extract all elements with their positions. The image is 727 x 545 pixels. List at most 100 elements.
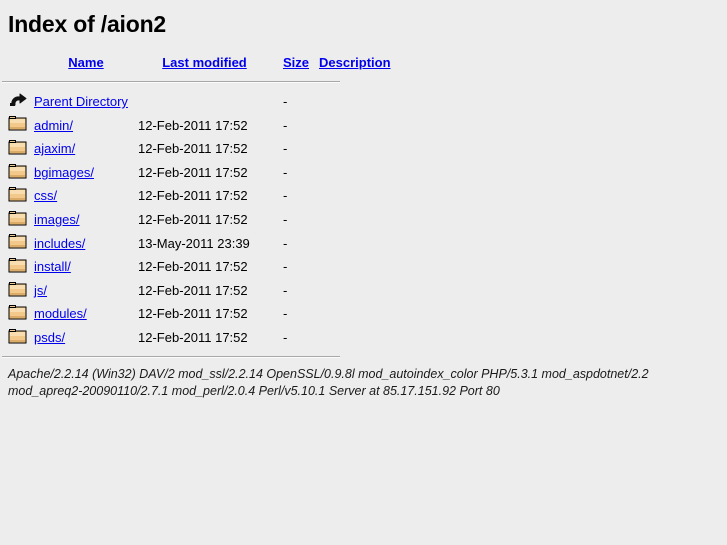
entry-link[interactable]: psds/ (34, 330, 65, 345)
directory-listing-wrapper: Name Last modified Size Description Parent D… (0, 38, 727, 365)
server-signature: Apache/2.2.14 (Win32) DAV/2 mod_ssl/2.2.… (8, 366, 649, 398)
folder-icon (8, 303, 28, 325)
table-row: Parent Directory - (0, 90, 391, 114)
row-name-cell: includes/ (34, 232, 136, 256)
row-description (319, 114, 391, 138)
row-icon-cell (0, 326, 34, 350)
table-header-row: Name Last modified Size Description (0, 51, 391, 75)
table-row: admin/12-Feb-2011 17:52 - (0, 114, 391, 138)
row-icon-cell (0, 114, 34, 138)
entry-link[interactable]: modules/ (34, 306, 87, 321)
horizontal-rule-bottom (2, 355, 340, 358)
table-row: modules/12-Feb-2011 17:52 - (0, 302, 391, 326)
row-name-cell: images/ (34, 208, 136, 232)
row-size: - (283, 211, 288, 227)
row-name-cell: js/ (34, 279, 136, 303)
folder-icon (8, 185, 28, 207)
entry-link[interactable]: bgimages/ (34, 165, 94, 180)
row-last-modified (136, 90, 273, 114)
table-row: css/12-Feb-2011 17:52 - (0, 184, 391, 208)
row-size: - (283, 329, 288, 345)
row-last-modified: 12-Feb-2011 17:52 (138, 164, 248, 180)
row-last-modified: 12-Feb-2011 17:52 (138, 141, 248, 157)
row-size: - (283, 117, 288, 133)
row-description (319, 184, 391, 208)
folder-icon (8, 209, 28, 231)
table-header-name: Name (34, 51, 136, 75)
row-name-cell: psds/ (34, 326, 136, 350)
table-row: bgimages/12-Feb-2011 17:52 - (0, 161, 391, 185)
table-header-last-modified: Last modified (136, 51, 273, 75)
folder-icon (8, 280, 28, 302)
sort-link-name[interactable]: Name (68, 55, 103, 70)
row-name-cell: bgimages/ (34, 161, 136, 185)
folder-icon (8, 138, 28, 160)
sort-link-last-modified[interactable]: Last modified (162, 55, 247, 70)
table-row: ajaxim/12-Feb-2011 17:52 - (0, 137, 391, 161)
entry-link[interactable]: js/ (34, 283, 47, 298)
row-description (319, 208, 391, 232)
directory-listing-table: Name Last modified Size Description Parent D… (0, 51, 391, 365)
row-last-modified: 12-Feb-2011 17:52 (138, 306, 248, 322)
row-description (319, 302, 391, 326)
row-icon-cell (0, 184, 34, 208)
row-size: - (283, 188, 288, 204)
page-title: Index of /aion2 (8, 11, 167, 37)
row-size: - (283, 164, 288, 180)
row-name-cell: Parent Directory (34, 90, 136, 114)
row-size: - (283, 306, 288, 322)
horizontal-rule-top (2, 81, 340, 83)
row-last-modified: 12-Feb-2011 17:52 (138, 117, 248, 133)
row-last-modified: 12-Feb-2011 17:52 (138, 188, 248, 204)
row-icon-cell (0, 90, 34, 114)
table-header-size: Size (273, 51, 319, 75)
row-description (319, 161, 391, 185)
table-row: includes/13-May-2011 23:39 - (0, 232, 391, 256)
header-divider-row (0, 75, 391, 90)
row-name-cell: css/ (34, 184, 136, 208)
row-icon-cell (0, 208, 34, 232)
folder-icon (8, 256, 28, 278)
row-description (319, 232, 391, 256)
table-row: images/12-Feb-2011 17:52 - (0, 208, 391, 232)
row-icon-cell (0, 255, 34, 279)
row-icon-cell (0, 232, 34, 256)
sort-link-size[interactable]: Size (283, 55, 309, 70)
row-last-modified: 12-Feb-2011 17:52 (138, 329, 248, 345)
entry-link[interactable]: includes/ (34, 236, 85, 251)
folder-icon (8, 114, 28, 136)
entry-link[interactable]: Parent Directory (34, 94, 128, 109)
table-header-description: Description (319, 51, 391, 75)
footer-divider-row (0, 350, 391, 365)
row-size: - (283, 282, 288, 298)
row-description (319, 90, 391, 114)
folder-icon (8, 162, 28, 184)
row-name-cell: install/ (34, 255, 136, 279)
folder-icon (8, 232, 28, 254)
row-icon-cell (0, 279, 34, 303)
row-last-modified: 13-May-2011 23:39 (138, 235, 250, 251)
row-icon-cell (0, 161, 34, 185)
entry-link[interactable]: ajaxim/ (34, 141, 75, 156)
entry-link[interactable]: css/ (34, 188, 57, 203)
row-description (319, 326, 391, 350)
row-name-cell: admin/ (34, 114, 136, 138)
row-name-cell: modules/ (34, 302, 136, 326)
row-size: - (283, 94, 288, 109)
row-last-modified: 12-Feb-2011 17:52 (138, 259, 248, 275)
table-row: install/12-Feb-2011 17:52 - (0, 255, 391, 279)
row-last-modified: 12-Feb-2011 17:52 (138, 282, 248, 298)
entry-link[interactable]: images/ (34, 212, 80, 227)
entry-link[interactable]: admin/ (34, 118, 73, 133)
directory-index-page: Index of /aion2 Name Last modified Size Des… (0, 0, 727, 545)
table-row: js/12-Feb-2011 17:52 - (0, 279, 391, 303)
entry-link[interactable]: install/ (34, 259, 71, 274)
row-last-modified: 12-Feb-2011 17:52 (138, 211, 248, 227)
row-description (319, 137, 391, 161)
table-row: psds/12-Feb-2011 17:52 - (0, 326, 391, 350)
row-size: - (283, 235, 288, 251)
row-description (319, 255, 391, 279)
row-icon-cell (0, 137, 34, 161)
row-size: - (283, 141, 288, 157)
sort-link-description[interactable]: Description (319, 55, 391, 70)
